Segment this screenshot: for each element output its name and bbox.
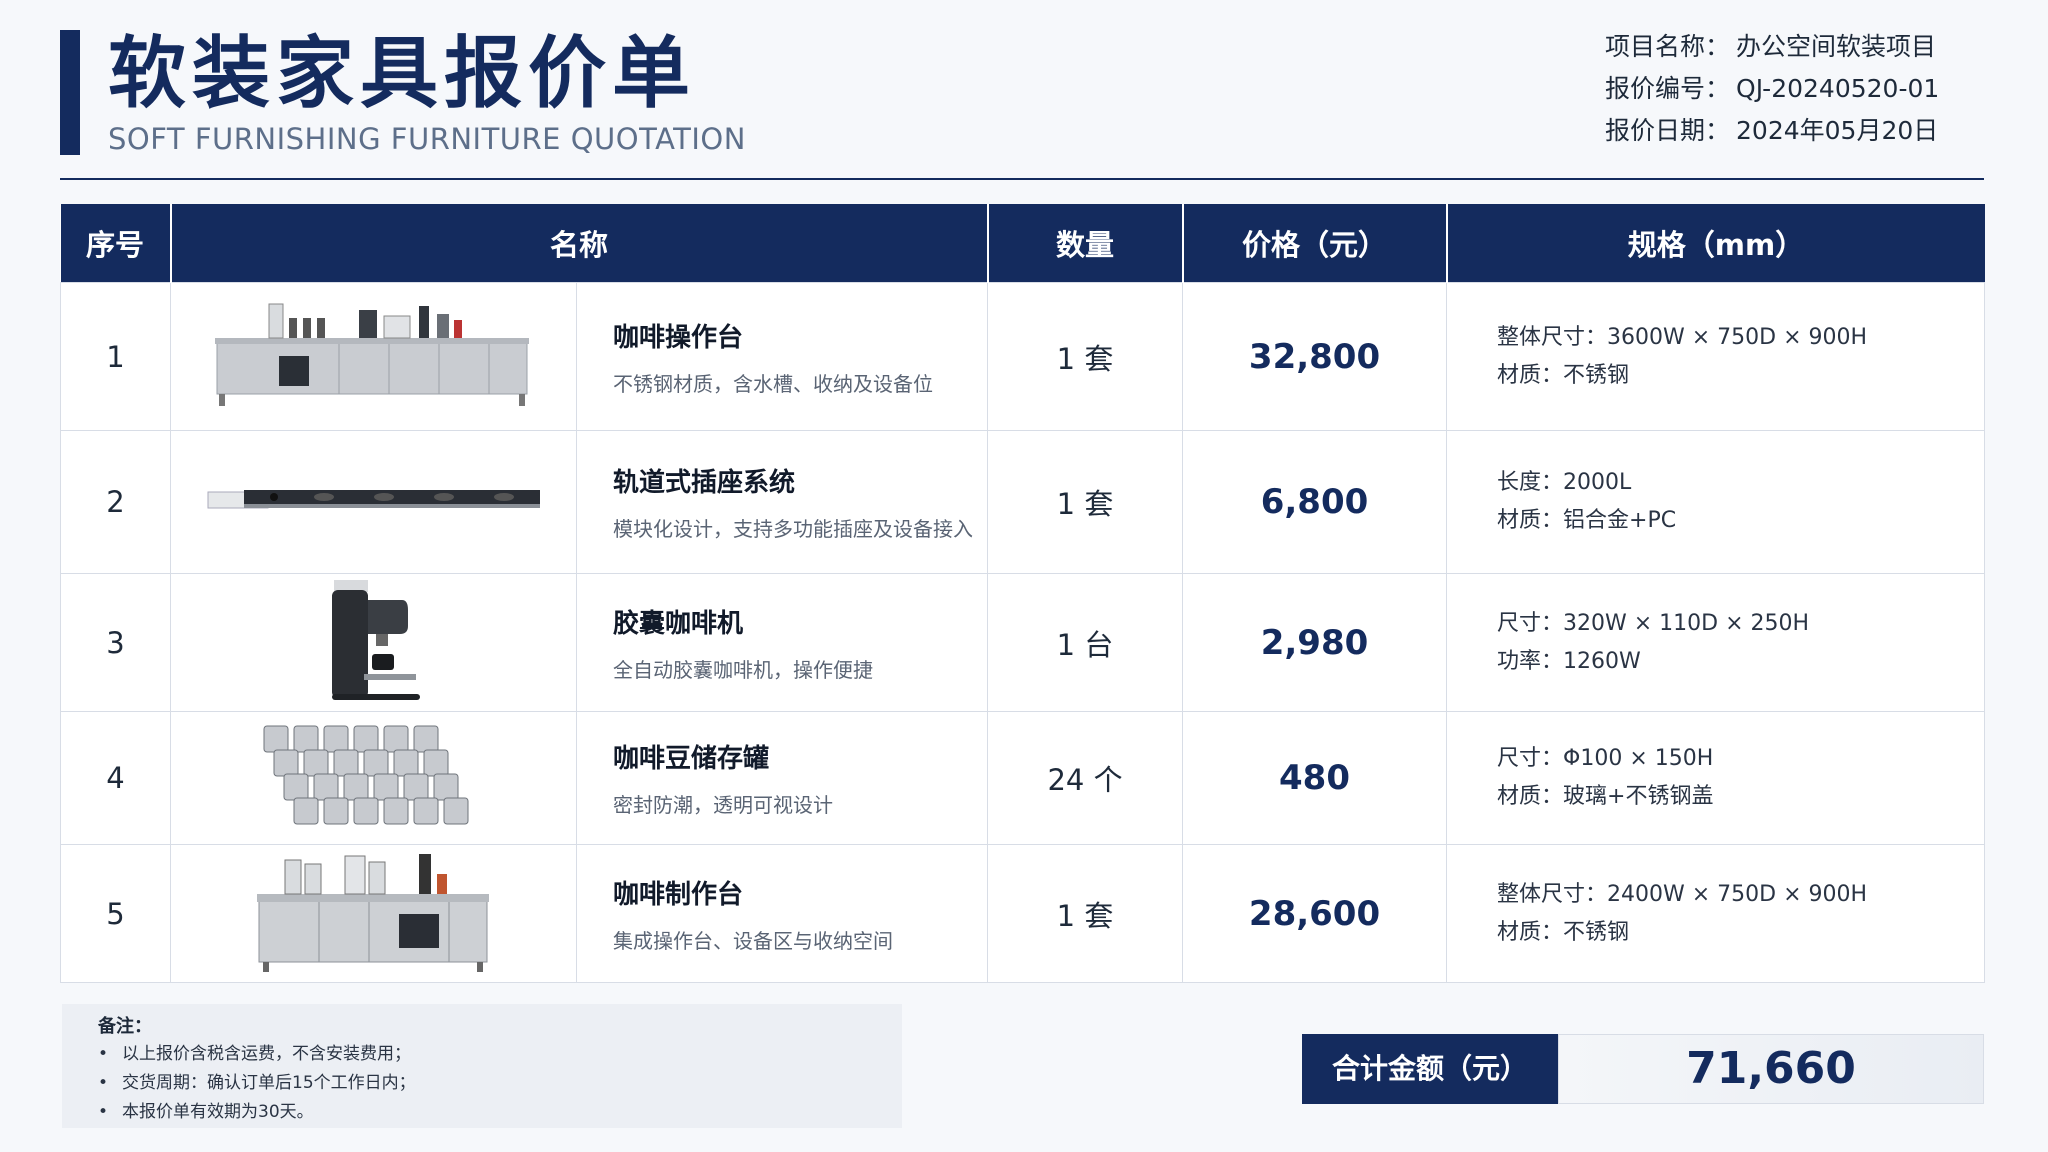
item-quantity: 1 套 xyxy=(987,282,1184,431)
meta-quote-number: 报价编号： QJ-20240520-01 xyxy=(1605,68,2025,110)
item-price: 6,800 xyxy=(1182,430,1448,574)
capsule-coffee-machine-image xyxy=(331,579,420,700)
row-number: 1 xyxy=(60,282,171,431)
table-row: 5 咖啡制作台 集成操作台、设备区与收纳空间 1 套 28,600 整体尺寸：2… xyxy=(60,844,1986,983)
item-name: 轨道式插座系统 xyxy=(613,468,796,498)
item-spec: 材质：不锈钢 xyxy=(1497,919,1630,945)
header-price: 价格（元） xyxy=(1181,204,1447,283)
meta-label: 报价编号： xyxy=(1605,74,1731,103)
item-quantity: 1 台 xyxy=(987,573,1184,712)
meta-quote-date: 报价日期： 2024年05月20日 xyxy=(1605,110,2025,152)
bullet: • xyxy=(98,1102,109,1122)
bullet: • xyxy=(98,1044,109,1064)
page-title: 软装家具报价单 xyxy=(108,29,697,119)
total-value: 71,660 xyxy=(1558,1034,1984,1104)
header-divider xyxy=(60,178,1984,180)
item-description: 全自动胶囊咖啡机，操作便捷 xyxy=(613,657,873,682)
item-quantity: 1 套 xyxy=(987,430,1184,574)
meta-project-name: 项目名称： 办公空间软装项目 xyxy=(1605,26,2025,68)
title-accent-bar xyxy=(60,30,80,155)
item-spec: 材质：铝合金+PC xyxy=(1497,508,1677,533)
header-qty: 数量 xyxy=(986,204,1183,283)
list-item: • 以上报价含税含运费，不含安装费用； xyxy=(98,1040,416,1069)
item-price: 28,600 xyxy=(1182,844,1448,983)
quotation-table: 序号 名称 数量 价格（元） 规格（mm） 1 咖啡操作台 不锈钢材质，含水槽、… xyxy=(60,204,1986,983)
item-spec: 材质：不锈钢 xyxy=(1497,362,1630,388)
row-number: 4 xyxy=(60,711,171,845)
item-quantity: 1 套 xyxy=(987,844,1184,983)
page-subtitle: SOFT FURNISHING FURNITURE QUOTATION xyxy=(108,122,746,156)
item-quantity: 24 个 xyxy=(987,711,1184,845)
total-label: 合计金额（元） xyxy=(1302,1034,1558,1104)
coffee-station-image xyxy=(214,303,529,406)
item-name: 胶囊咖啡机 xyxy=(613,608,744,639)
coffee-bar-image xyxy=(256,853,489,972)
meta-value: 办公空间软装项目 xyxy=(1736,32,1937,61)
bean-jars-image xyxy=(263,725,468,825)
list-item: • 本报价单有效期为30天。 xyxy=(98,1098,416,1127)
table-row: 3 胶囊咖啡机 全自动胶囊咖啡机，操作便捷 1 台 2,980 尺寸：320W … xyxy=(60,573,1986,712)
note-text: 交货周期：确认订单后15个工作日内； xyxy=(122,1073,416,1093)
row-number: 5 xyxy=(60,844,171,983)
item-name: 咖啡豆储存罐 xyxy=(613,744,770,774)
table-row: 2 轨道式插座系统 模块化设计，支持多功能插座及设备接入 1 套 6,800 长… xyxy=(60,430,1986,574)
list-item: • 交货周期：确认订单后15个工作日内； xyxy=(98,1069,416,1098)
row-number: 2 xyxy=(60,430,171,574)
meta-label: 报价日期： xyxy=(1605,116,1731,145)
track-socket-image xyxy=(207,490,540,509)
meta-value: QJ-20240520-01 xyxy=(1736,74,1940,103)
header-name: 名称 xyxy=(169,204,988,283)
note-text: 本报价单有效期为30天。 xyxy=(122,1102,314,1122)
item-description: 集成操作台、设备区与收纳空间 xyxy=(613,928,893,953)
table-header-row: 序号 名称 数量 价格（元） 规格（mm） xyxy=(60,204,1985,283)
meta-label: 项目名称： xyxy=(1605,32,1731,61)
item-spec: 尺寸：Φ100 × 150H xyxy=(1497,746,1714,771)
item-name: 咖啡操作台 xyxy=(613,322,744,353)
header-no: 序号 xyxy=(60,204,171,283)
item-spec: 功率：1260W xyxy=(1497,648,1641,674)
quotation-page: 软装家具报价单 SOFT FURNISHING FURNITURE QUOTAT… xyxy=(0,0,2048,1152)
header-spec: 规格（mm） xyxy=(1445,204,1985,283)
item-price: 2,980 xyxy=(1182,573,1448,712)
meta-value: 2024年05月20日 xyxy=(1736,116,1939,145)
item-description: 模块化设计，支持多功能插座及设备接入 xyxy=(613,517,973,541)
bullet: • xyxy=(98,1073,109,1093)
notes-list: • 以上报价含税含运费，不含安装费用； • 交货周期：确认订单后15个工作日内； •… xyxy=(98,1040,416,1127)
item-spec: 整体尺寸：3600W × 750D × 900H xyxy=(1497,324,1868,350)
item-name: 咖啡制作台 xyxy=(613,879,744,910)
item-spec: 材质：玻璃+不锈钢盖 xyxy=(1497,784,1714,809)
project-meta: 项目名称： 办公空间软装项目 报价编号： QJ-20240520-01 报价日期： 2… xyxy=(1605,26,2025,152)
item-spec: 长度：2000L xyxy=(1497,470,1632,495)
item-price: 32,800 xyxy=(1182,282,1448,431)
table-row: 1 咖啡操作台 不锈钢材质，含水槽、收纳及设备位 1 套 32,800 整体尺寸… xyxy=(60,282,1986,431)
item-price: 480 xyxy=(1182,711,1448,845)
item-spec: 尺寸：320W × 110D × 250H xyxy=(1497,610,1810,636)
item-description: 密封防潮，透明可视设计 xyxy=(613,793,833,817)
item-description: 不锈钢材质，含水槽、收纳及设备位 xyxy=(613,371,933,396)
notes-title: 备注： xyxy=(98,1016,152,1037)
table-row: 4 咖啡豆储存罐 密封防潮，透明可视设计 24 个 480 尺寸：Φ100 × … xyxy=(60,711,1986,845)
item-spec: 整体尺寸：2400W × 750D × 900H xyxy=(1497,881,1868,907)
row-number: 3 xyxy=(60,573,171,712)
notes-box: 备注： • 以上报价含税含运费，不含安装费用； • 交货周期：确认订单后15个工作日… xyxy=(62,1004,902,1128)
note-text: 以上报价含税含运费，不含安装费用； xyxy=(122,1044,411,1064)
